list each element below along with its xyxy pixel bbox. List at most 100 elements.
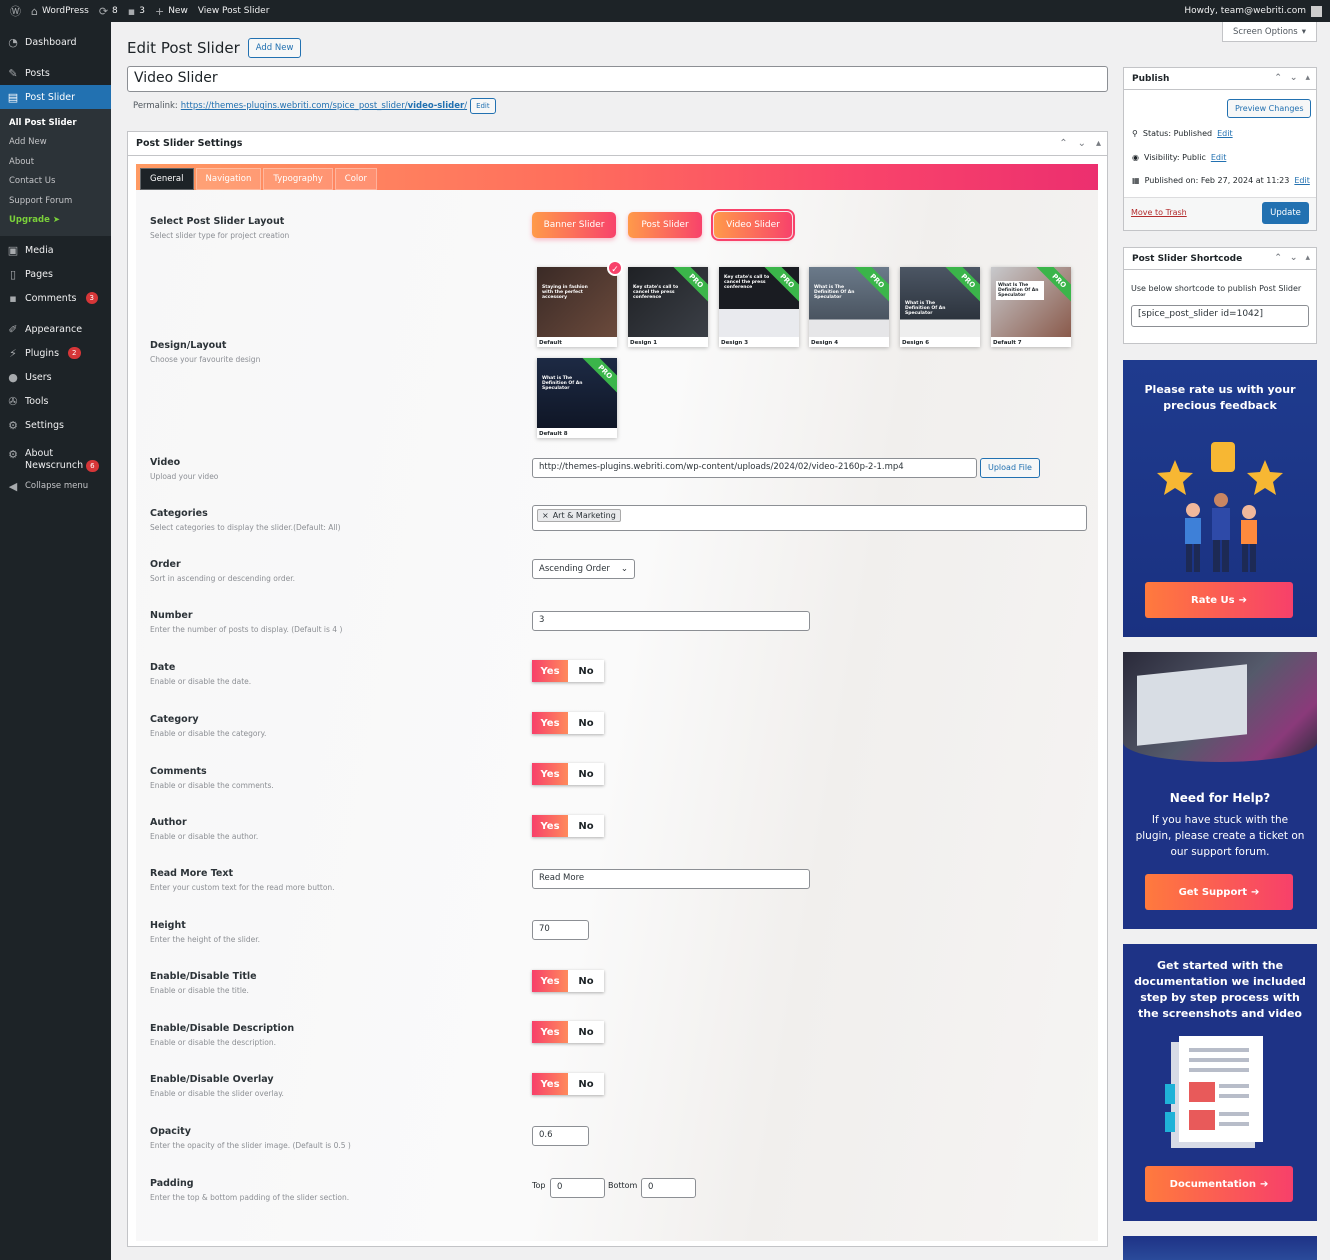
caret-down-icon: ▾	[1301, 26, 1306, 37]
move-down-icon[interactable]: ⌄	[1078, 138, 1086, 149]
comments-toggle[interactable]: Yes No	[532, 763, 604, 785]
updates-link[interactable]: ⟳ 8	[99, 5, 118, 18]
wordpress-icon: Ⓦ	[10, 5, 21, 18]
collapse-toggle-icon[interactable]: ▴	[1305, 253, 1310, 263]
sidebar-item-about-newscrunch[interactable]: ⚙ About Newscrunch 6	[0, 444, 111, 474]
height-input[interactable]: 70	[532, 920, 589, 940]
page-title: Edit Post Slider Add New	[127, 38, 302, 58]
edit-status-link[interactable]: Edit	[1217, 129, 1233, 138]
account-menu[interactable]: Howdy, team@webriti.com	[1184, 0, 1322, 22]
description-toggle[interactable]: Yes No	[532, 1021, 604, 1043]
collapse-toggle-icon[interactable]: ▴	[1305, 73, 1310, 83]
sidebar-item-plugins[interactable]: ⚡ Plugins 2	[0, 341, 111, 365]
move-up-icon[interactable]: ⌃	[1274, 73, 1282, 83]
video-slider-button[interactable]: Video Slider	[711, 209, 795, 241]
sidebar-item-appearance[interactable]: ✐ Appearance	[0, 317, 111, 341]
preview-changes-button[interactable]: Preview Changes	[1227, 99, 1312, 118]
video-url-input[interactable]: http://themes-plugins.webriti.com/wp-con…	[532, 458, 977, 478]
author-toggle[interactable]: Yes No	[532, 815, 604, 837]
tab-navigation[interactable]: Navigation	[195, 168, 262, 190]
submenu-support-forum[interactable]: Support Forum	[0, 191, 111, 211]
title-toggle[interactable]: Yes No	[532, 970, 604, 992]
shortcode-field[interactable]: [spice_post_slider id=1042]	[1131, 305, 1309, 327]
collapse-menu-button[interactable]: ◀ Collapse menu	[0, 474, 111, 498]
wp-logo[interactable]: Ⓦ	[10, 3, 21, 19]
permalink-link[interactable]: https://themes-plugins.webriti.com/spice…	[181, 101, 467, 111]
number-input[interactable]: 3	[532, 611, 810, 631]
arrow-right-icon: ➔	[1251, 886, 1260, 898]
submenu-contact-us[interactable]: Contact Us	[0, 172, 111, 192]
tab-color[interactable]: Color	[334, 168, 377, 190]
plus-icon: +	[154, 4, 165, 18]
move-up-icon[interactable]: ⌃	[1059, 138, 1067, 149]
move-to-trash-link[interactable]: Move to Trash	[1131, 208, 1187, 217]
post-title-input[interactable]: Video Slider	[127, 66, 1108, 92]
sidebar-item-users[interactable]: ● Users	[0, 365, 111, 389]
submenu-about[interactable]: About	[0, 152, 111, 172]
view-post-link[interactable]: View Post Slider	[198, 6, 270, 16]
rate-us-button[interactable]: Rate Us ➔	[1145, 582, 1293, 618]
tab-typography[interactable]: Typography	[263, 168, 333, 190]
categories-select[interactable]: × Art & Marketing	[532, 505, 1087, 531]
move-down-icon[interactable]: ⌄	[1290, 253, 1298, 263]
design-thumb-design-1[interactable]: Key state's call to cancel the press con…	[628, 267, 708, 347]
sidebar-item-tools[interactable]: ✇ Tools	[0, 389, 111, 413]
sidebar-item-pages[interactable]: ▯ Pages	[0, 262, 111, 286]
design-thumb-default[interactable]: Staying in fashion with the perfect acce…	[537, 260, 623, 347]
submenu-add-new[interactable]: Add New	[0, 133, 111, 153]
description-toggle-setting: Enable/Disable Description Enable or disa…	[150, 1023, 295, 1047]
slider-icon: ▤	[7, 90, 19, 104]
support-banner: Need for Help? If you have stuck with th…	[1123, 652, 1317, 929]
author-setting: Author Enable or disable the author.	[150, 817, 259, 841]
comment-icon: ▪	[127, 4, 136, 18]
read-more-input[interactable]: Read More	[532, 869, 810, 889]
submenu-upgrade[interactable]: Upgrade ➤	[0, 211, 111, 231]
arrow-right-icon: ➤	[52, 215, 60, 226]
site-name-link[interactable]: ⌂ WordPress	[31, 5, 89, 18]
category-tag: × Art & Marketing	[537, 509, 621, 522]
design-thumb-design-4[interactable]: What is The Definition Of An Speculator P…	[809, 267, 889, 347]
plugins-count-badge: 2	[68, 347, 81, 359]
add-new-button[interactable]: Add New	[247, 38, 302, 58]
documentation-button[interactable]: Documentation ➔	[1145, 1166, 1293, 1202]
get-support-button[interactable]: Get Support ➔	[1145, 874, 1293, 910]
submenu-all-post-slider[interactable]: All Post Slider	[0, 113, 111, 133]
padding-bottom-input[interactable]: 0	[641, 1178, 696, 1198]
move-down-icon[interactable]: ⌄	[1290, 73, 1298, 83]
home-icon: ⌂	[31, 4, 38, 18]
arrow-right-icon: ➔	[1259, 1178, 1269, 1190]
order-select[interactable]: Ascending Order ⌄	[532, 559, 635, 579]
post-slider-settings-box: Post Slider Settings ⌃ ⌄ ▴ General Navigat…	[127, 131, 1108, 1247]
sidebar-item-post-slider[interactable]: ▤ Post Slider	[0, 85, 111, 109]
opacity-input[interactable]: 0.6	[532, 1126, 589, 1146]
padding-top-input[interactable]: 0	[550, 1178, 605, 1198]
edit-date-link[interactable]: Edit	[1294, 176, 1310, 185]
overlay-toggle[interactable]: Yes No	[532, 1073, 604, 1095]
update-button[interactable]: Update	[1262, 202, 1309, 224]
category-toggle[interactable]: Yes No	[532, 712, 604, 734]
comments-link[interactable]: ▪ 3	[128, 5, 145, 18]
new-content-link[interactable]: + New	[155, 5, 188, 18]
sidebar-item-media[interactable]: ▣ Media	[0, 238, 111, 262]
edit-slug-button[interactable]: Edit	[470, 98, 496, 114]
banner-slider-button[interactable]: Banner Slider	[532, 212, 616, 238]
move-up-icon[interactable]: ⌃	[1274, 253, 1282, 263]
sidebar-item-comments[interactable]: ▪ Comments 3	[0, 286, 111, 310]
collapse-toggle-icon[interactable]: ▴	[1096, 138, 1101, 149]
tab-general[interactable]: General	[140, 168, 194, 190]
plug-icon: ⚡	[9, 346, 17, 360]
post-slider-button[interactable]: Post Slider	[628, 212, 702, 238]
design-thumb-design-3[interactable]: Key state's call to cancel the press con…	[719, 267, 799, 347]
gear-icon: ⚙	[8, 448, 18, 461]
edit-visibility-link[interactable]: Edit	[1211, 153, 1227, 162]
sidebar-item-posts[interactable]: ✎ Posts	[0, 61, 111, 85]
design-thumb-design-6[interactable]: What is The Definition Of An Speculator P…	[900, 267, 980, 347]
upload-file-button[interactable]: Upload File	[980, 458, 1040, 478]
date-toggle[interactable]: Yes No	[532, 660, 604, 682]
sidebar-item-settings[interactable]: ⚙ Settings	[0, 413, 111, 437]
remove-tag-icon[interactable]: ×	[542, 511, 549, 520]
screen-options-button[interactable]: Screen Options ▾	[1222, 22, 1317, 42]
design-thumb-default-8[interactable]: What is The Definition Of An Speculator P…	[537, 358, 617, 438]
design-thumb-default-7[interactable]: What Is The Definition Of An Speculator P…	[991, 267, 1071, 347]
sidebar-item-dashboard[interactable]: ◔ Dashboard	[0, 30, 111, 54]
